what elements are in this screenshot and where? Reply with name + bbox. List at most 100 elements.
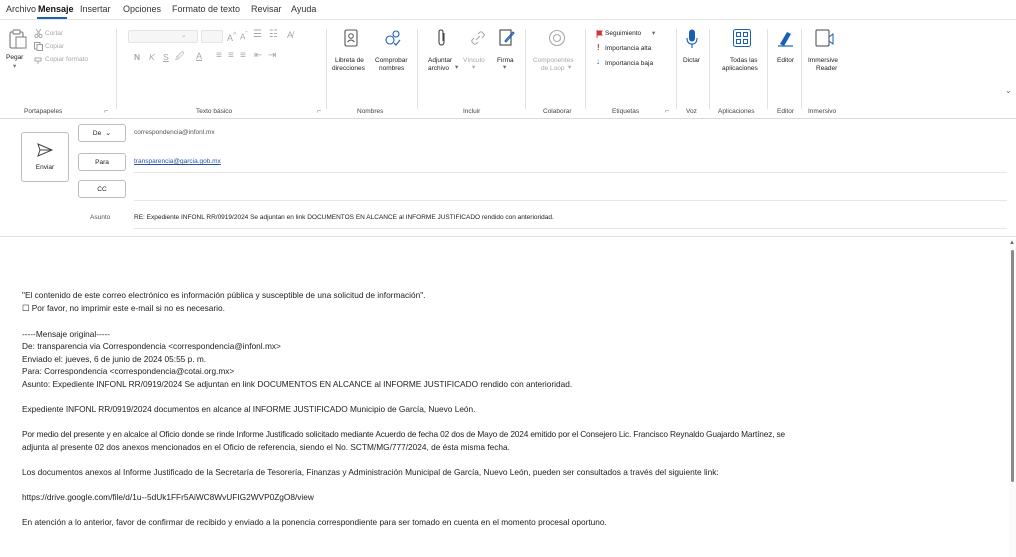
chevron-down-icon: ▾ (472, 64, 476, 71)
format-painter-icon (34, 57, 42, 64)
active-tab-indicator (37, 17, 67, 19)
font-name-dropdown[interactable] (128, 30, 198, 43)
copy-icon (34, 42, 43, 51)
grow-font-icon[interactable]: A^ (227, 31, 237, 43)
group-label-immersive: Inmersivo (808, 108, 837, 115)
chevron-down-icon: ⌄ (105, 130, 112, 137)
ribbon-separator (585, 29, 586, 109)
flag-icon (596, 30, 603, 38)
decrease-indent-icon[interactable]: ⇤ (254, 51, 262, 61)
scissors-icon (34, 29, 43, 38)
check-names-label-2: nombres (379, 65, 405, 72)
from-button[interactable]: De ⌄ (78, 124, 126, 142)
link-icon (471, 31, 485, 45)
menu-mensaje[interactable]: Mensaje (38, 4, 74, 14)
ribbon-separator (116, 29, 117, 109)
chevron-down-icon: ▾ (652, 30, 656, 37)
font-size-dropdown[interactable] (201, 30, 223, 43)
group-label-voice: Voz (686, 108, 697, 115)
follow-up-button[interactable]: Seguimiento (605, 30, 641, 38)
bold-button[interactable]: N (134, 53, 140, 62)
apps-grid-icon (733, 29, 751, 47)
menu-opciones[interactable]: Opciones (123, 4, 161, 14)
clear-format-icon[interactable]: A̸ (287, 31, 293, 40)
paperclip-icon (438, 29, 445, 46)
bullets-icon[interactable]: ☰ (253, 30, 262, 40)
group-label-apps: Aplicaciones (718, 108, 755, 115)
shrink-font-icon[interactable]: Aˇ (240, 31, 248, 42)
group-label-tags: Etiquetas (612, 108, 640, 115)
chevron-down-icon: ▾ (455, 64, 459, 71)
numbering-icon[interactable]: ☷ (269, 30, 278, 40)
loop-label-2: de Loop (541, 65, 565, 72)
chevron-down-icon: ⌄ (181, 32, 187, 39)
low-importance-button[interactable]: Importancia baja (605, 60, 653, 68)
from-value[interactable]: correspondencia@infonl.mx (134, 129, 215, 136)
from-label: De (92, 129, 102, 137)
send-button[interactable]: Enviar (21, 132, 69, 182)
original-from: De: transparencia via Correspondencia <c… (22, 341, 281, 351)
subject-field[interactable]: RE: Expediente INFONL RR/0919/2024 Se ad… (134, 214, 554, 221)
address-book-icon (344, 29, 358, 47)
format-painter-button[interactable]: Copiar formato (45, 56, 88, 64)
chevron-down-icon: ▾ (13, 63, 17, 70)
attach-label-1: Adjuntar (428, 57, 453, 64)
ribbon-separator (767, 29, 768, 109)
all-apps-label-2: aplicaciones (722, 65, 758, 72)
highlight-icon[interactable]: 🖉 (175, 52, 185, 61)
to-button[interactable]: Para (78, 153, 126, 171)
immersive-label-1: Immersive (808, 57, 838, 64)
align-left-icon[interactable]: ≡ (216, 51, 222, 61)
menu-insertar[interactable]: Insertar (80, 4, 111, 14)
ribbon-separator (326, 29, 327, 109)
copy-button[interactable]: Copiar (45, 43, 64, 51)
paragraph-2-line-2: adjunta al presente 02 dos anexos mencio… (22, 442, 510, 452)
address-book-label-1: Libreta de (335, 57, 364, 64)
ribbon-separator (709, 29, 710, 109)
subject-field-underline (134, 228, 1007, 229)
cc-field-underline (134, 200, 1007, 201)
arrow-down-icon: ↓ (596, 57, 600, 66)
dictate-label: Dictar (683, 57, 700, 64)
menu-bar: Archivo Mensaje Insertar Opciones Format… (0, 0, 1016, 20)
signature-icon (499, 29, 515, 46)
dialog-launcher-icon[interactable]: ⌐ (665, 108, 669, 115)
to-field[interactable]: transparencia@garcia.gob.mx (134, 158, 221, 165)
high-importance-button[interactable]: Importancia alta (605, 45, 651, 53)
align-center-icon[interactable]: ≡ (228, 51, 234, 61)
increase-indent-icon[interactable]: ⇥ (268, 51, 276, 61)
menu-archivo[interactable]: Archivo (6, 4, 36, 14)
ribbon-separator (801, 29, 802, 109)
scroll-up-arrow-icon[interactable]: ▲ (1009, 240, 1015, 246)
menu-ayuda[interactable]: Ayuda (291, 4, 316, 14)
underline-button[interactable]: S (163, 53, 169, 62)
all-apps-label-1: Todas las (730, 57, 758, 64)
group-label-names: Nombres (357, 108, 384, 115)
cut-button[interactable]: Cortar (45, 30, 63, 38)
send-icon (37, 143, 53, 157)
group-label-basic-text: Texto básico (196, 108, 233, 115)
ribbon-separator (676, 29, 677, 109)
scrollbar-thumb[interactable] (1011, 250, 1014, 482)
to-field-underline (134, 172, 1007, 173)
dialog-launcher-icon[interactable]: ⌐ (104, 108, 108, 115)
group-label-editor: Editor (777, 108, 794, 115)
italic-button[interactable]: K (149, 53, 155, 62)
menu-formato-de-texto[interactable]: Formato de texto (172, 4, 240, 14)
message-body[interactable]: "El contenido de este correo electrónico… (0, 238, 1016, 557)
paragraph-4: En atención a lo anterior, favor de conf… (22, 517, 607, 527)
ribbon-separator (417, 29, 418, 109)
immersive-label-2: Reader (816, 65, 838, 72)
address-book-label-2: direcciones (332, 65, 365, 72)
align-right-icon[interactable]: ≡ (240, 51, 246, 61)
drive-link[interactable]: https://drive.google.com/file/d/1u--5dUk… (22, 492, 314, 502)
subject-label: Asunto (90, 214, 111, 221)
paste-icon (9, 29, 27, 49)
dialog-launcher-icon[interactable]: ⌐ (317, 108, 321, 115)
original-sent: Enviado el: jueves, 6 de junio de 2024 0… (22, 354, 207, 364)
menu-revisar[interactable]: Revisar (251, 4, 282, 14)
chevron-down-icon: ▾ (503, 64, 507, 71)
font-color-icon[interactable]: A (196, 52, 202, 61)
cc-button[interactable]: CC (78, 180, 126, 198)
collapse-ribbon-icon[interactable]: ⌄ (1005, 87, 1012, 95)
